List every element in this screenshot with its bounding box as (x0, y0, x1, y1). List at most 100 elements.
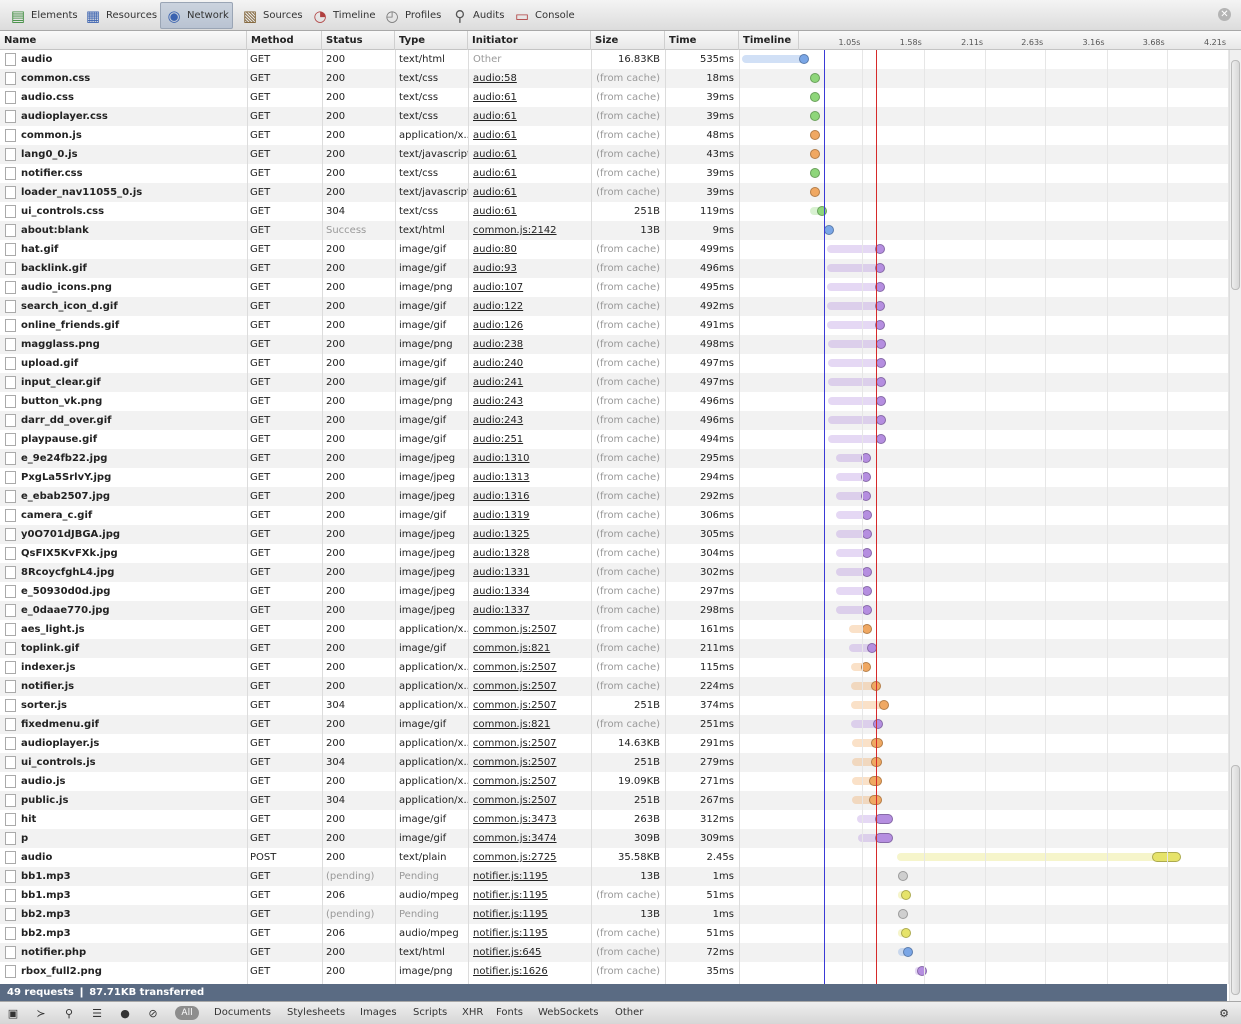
request-name[interactable]: bb2.mp3 (0, 924, 246, 943)
request-name[interactable]: search_icon_d.gif (0, 297, 246, 316)
request-initiator[interactable]: common.js:3473 (473, 810, 591, 829)
request-initiator[interactable]: audio:1334 (473, 582, 591, 601)
request-name[interactable]: y0O701dJBGA.jpg (0, 525, 246, 544)
request-initiator[interactable]: audio:80 (473, 240, 591, 259)
request-initiator[interactable]: notifier.js:1195 (473, 886, 591, 905)
tab-elements[interactable]: ▤ Elements (5, 2, 81, 29)
request-initiator[interactable]: audio:61 (473, 202, 591, 221)
filter-images[interactable]: Images (360, 1007, 397, 1018)
request-initiator[interactable]: audio:1310 (473, 449, 591, 468)
request-initiator[interactable]: common.js:821 (473, 639, 591, 658)
request-initiator[interactable]: audio:61 (473, 107, 591, 126)
filter-fonts[interactable]: Fonts (496, 1007, 523, 1018)
search-icon[interactable]: ⚲ (61, 1006, 77, 1020)
request-initiator[interactable]: audio:1328 (473, 544, 591, 563)
clear-icon[interactable]: ⊘ (145, 1006, 161, 1020)
record-icon[interactable]: ● (117, 1006, 133, 1020)
column-header-initiator[interactable]: Initiator (468, 31, 591, 50)
request-initiator[interactable]: audio:61 (473, 126, 591, 145)
request-initiator[interactable]: audio:1337 (473, 601, 591, 620)
request-name[interactable]: e_50930d0d.jpg (0, 582, 246, 601)
request-name[interactable]: button_vk.png (0, 392, 246, 411)
column-header-size[interactable]: Size (591, 31, 665, 50)
column-header-timeline[interactable]: Timeline (739, 31, 799, 50)
request-name[interactable]: p (0, 829, 246, 848)
request-name[interactable]: loader_nav11055_0.js (0, 183, 246, 202)
request-initiator[interactable]: notifier.js:1195 (473, 905, 591, 924)
large-rows-icon[interactable]: ☰ (89, 1006, 105, 1020)
request-name[interactable]: common.css (0, 69, 246, 88)
close-icon[interactable]: ✕ (1218, 8, 1231, 21)
request-name[interactable]: input_clear.gif (0, 373, 246, 392)
request-name[interactable]: fixedmenu.gif (0, 715, 246, 734)
scrollbar-thumb-lower[interactable] (1231, 765, 1240, 995)
filter-all[interactable]: All (175, 1006, 199, 1020)
request-initiator[interactable]: audio:58 (473, 69, 591, 88)
request-name[interactable]: ui_controls.css (0, 202, 246, 221)
request-initiator[interactable]: common.js:2507 (473, 658, 591, 677)
column-header-name[interactable]: Name (0, 31, 247, 50)
request-initiator[interactable]: audio:243 (473, 411, 591, 430)
settings-gear-icon[interactable]: ⚙ (1216, 1006, 1232, 1020)
request-initiator[interactable]: notifier.js:1195 (473, 867, 591, 886)
request-name[interactable]: notifier.js (0, 677, 246, 696)
request-name[interactable]: e_ebab2507.jpg (0, 487, 246, 506)
request-name[interactable]: upload.gif (0, 354, 246, 373)
request-name[interactable]: bb1.mp3 (0, 886, 246, 905)
request-initiator[interactable]: audio:251 (473, 430, 591, 449)
request-initiator[interactable]: common.js:2507 (473, 696, 591, 715)
tab-resources[interactable]: ▦ Resources (80, 2, 160, 29)
request-initiator[interactable]: audio:1316 (473, 487, 591, 506)
filter-xhr[interactable]: XHR (462, 1007, 483, 1018)
request-name[interactable]: e_0daae770.jpg (0, 601, 246, 620)
tab-network[interactable]: ◉ Network (160, 2, 233, 29)
tab-profiles[interactable]: ◴ Profiles (379, 2, 444, 29)
request-initiator[interactable]: common.js:2507 (473, 734, 591, 753)
vertical-scrollbar[interactable] (1229, 50, 1241, 1001)
request-name[interactable]: public.js (0, 791, 246, 810)
request-initiator[interactable]: audio:107 (473, 278, 591, 297)
request-name[interactable]: lang0_0.js (0, 145, 246, 164)
request-name[interactable]: magglass.png (0, 335, 246, 354)
request-initiator[interactable]: common.js:821 (473, 715, 591, 734)
request-initiator[interactable]: audio:126 (473, 316, 591, 335)
console-drawer-icon[interactable]: ≻ (33, 1006, 49, 1020)
filter-scripts[interactable]: Scripts (413, 1007, 447, 1018)
request-name[interactable]: audioplayer.js (0, 734, 246, 753)
request-name[interactable]: backlink.gif (0, 259, 246, 278)
tab-console[interactable]: ▭ Console (509, 2, 578, 29)
request-name[interactable]: about:blank (0, 221, 246, 240)
request-name[interactable]: bb1.mp3 (0, 867, 246, 886)
request-name[interactable]: audio.css (0, 88, 246, 107)
request-initiator[interactable]: audio:1319 (473, 506, 591, 525)
request-name[interactable]: hat.gif (0, 240, 246, 259)
request-initiator[interactable]: audio:240 (473, 354, 591, 373)
request-initiator[interactable]: notifier.js:1195 (473, 924, 591, 943)
request-initiator[interactable]: common.js:2507 (473, 677, 591, 696)
filter-documents[interactable]: Documents (214, 1007, 271, 1018)
request-name[interactable]: audio_icons.png (0, 278, 246, 297)
request-initiator[interactable]: audio:238 (473, 335, 591, 354)
request-name[interactable]: sorter.js (0, 696, 246, 715)
request-initiator[interactable]: common.js:3474 (473, 829, 591, 848)
request-initiator[interactable]: notifier.js:645 (473, 943, 591, 962)
scrollbar-thumb-upper[interactable] (1231, 60, 1240, 290)
request-name[interactable]: PxgLa5SrlvY.jpg (0, 468, 246, 487)
tab-sources[interactable]: ▧ Sources (237, 2, 306, 29)
request-name[interactable]: bb2.mp3 (0, 905, 246, 924)
request-initiator[interactable]: audio:1325 (473, 525, 591, 544)
request-initiator[interactable]: audio:61 (473, 183, 591, 202)
request-initiator[interactable]: common.js:2507 (473, 791, 591, 810)
tab-timeline[interactable]: ◔ Timeline (307, 2, 379, 29)
request-initiator[interactable]: audio:1313 (473, 468, 591, 487)
request-initiator[interactable]: audio:61 (473, 145, 591, 164)
request-initiator[interactable]: common.js:2142 (473, 221, 591, 240)
request-name[interactable]: camera_c.gif (0, 506, 246, 525)
request-name[interactable]: QsFIX5KvFXk.jpg (0, 544, 246, 563)
column-header-type[interactable]: Type (395, 31, 468, 50)
request-initiator[interactable]: audio:241 (473, 373, 591, 392)
request-name[interactable]: rbox_full2.png (0, 962, 246, 981)
filter-websockets[interactable]: WebSockets (538, 1007, 598, 1018)
request-initiator[interactable]: audio:61 (473, 88, 591, 107)
request-name[interactable]: hit (0, 810, 246, 829)
